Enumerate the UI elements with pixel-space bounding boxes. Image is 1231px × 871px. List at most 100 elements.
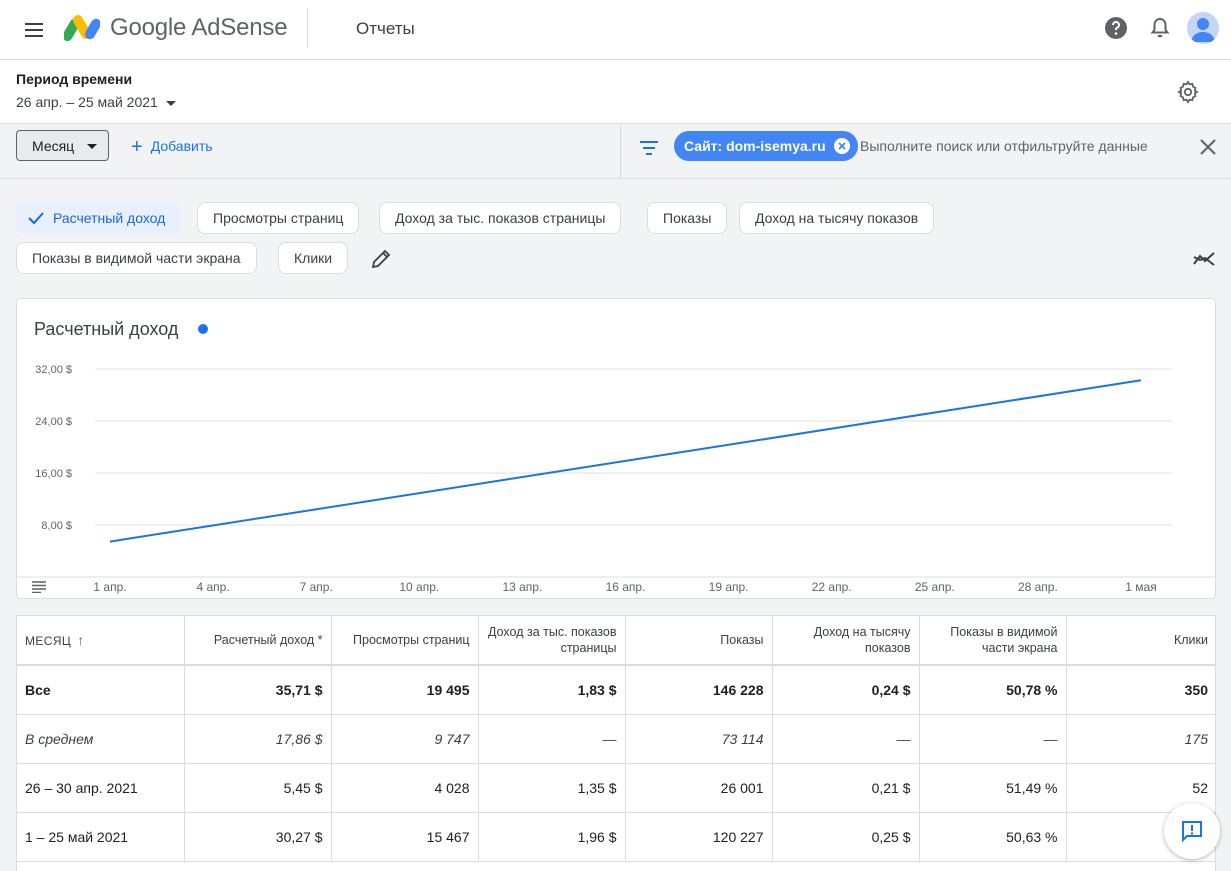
top-app-bar: Google AdSense Отчеты bbox=[0, 0, 1231, 60]
table-cell: 0,21 $ bbox=[772, 763, 920, 813]
user-silhouette-icon bbox=[1191, 18, 1215, 42]
plus-icon: + bbox=[131, 136, 143, 158]
metric-chip-viewability[interactable]: Показы в видимой части экрана bbox=[16, 242, 257, 274]
sort-arrow-up-icon[interactable]: ↑ bbox=[77, 632, 84, 648]
x-tick-label: 16 апр. bbox=[606, 580, 646, 594]
column-header-impression-rpm[interactable]: Доход на тысячу показов bbox=[772, 616, 920, 666]
table-cell: 26 – 30 апр. 2021 bbox=[17, 763, 185, 813]
report-toolbar: Месяц + Добавить Сайт: dom-isemya.ru Выпо… bbox=[0, 125, 1231, 179]
table-cell: — bbox=[772, 714, 920, 764]
report-table: МЕСЯЦ ↑ Расчетный доход * Просмотры стран… bbox=[16, 615, 1216, 871]
table-cell: 120 227 bbox=[625, 812, 773, 862]
column-header-impressions[interactable]: Показы bbox=[625, 616, 773, 666]
dimension-label: Месяц bbox=[32, 138, 75, 154]
chart-legend-icon[interactable] bbox=[32, 581, 46, 593]
table-cell: 0,25 $ bbox=[772, 812, 920, 862]
date-range-panel: Период времени 26 апр. – 25 май 2021 bbox=[0, 60, 1231, 124]
column-header-label: МЕСЯЦ bbox=[25, 633, 72, 648]
edit-pencil-icon[interactable] bbox=[370, 248, 392, 270]
page-title: Отчеты bbox=[356, 19, 415, 38]
metric-chip-label: Показы в видимой части экрана bbox=[32, 250, 241, 266]
series-line-estimated-earnings[interactable] bbox=[109, 379, 1142, 543]
table-cell: 30,27 $ bbox=[184, 812, 332, 862]
dimension-dropdown[interactable]: Месяц bbox=[16, 130, 109, 161]
metric-chip-label: Показы bbox=[663, 210, 712, 226]
y-tick-label: 32,00 $ bbox=[35, 364, 72, 376]
brand-name: Google AdSense bbox=[110, 14, 288, 41]
column-header-viewability[interactable]: Показы в видимой части экрана bbox=[919, 616, 1067, 666]
column-header-clicks[interactable]: Клики bbox=[1066, 616, 1216, 666]
y-tick-label: 8,00 $ bbox=[41, 520, 72, 532]
table-cell: 175 bbox=[1066, 714, 1216, 764]
header-divider bbox=[307, 8, 308, 48]
table-cell: 17,86 $ bbox=[184, 714, 332, 764]
remove-filter-icon[interactable] bbox=[833, 138, 850, 154]
table-cell: 0,24 $ bbox=[772, 665, 920, 715]
add-dimension-button[interactable]: + Добавить bbox=[131, 136, 213, 159]
user-avatar[interactable] bbox=[1187, 12, 1219, 44]
table-header-row: МЕСЯЦ ↑ Расчетный доход * Просмотры стран… bbox=[17, 616, 1216, 666]
table-cell: 26 001 bbox=[625, 763, 773, 813]
metric-chip-page-views[interactable]: Просмотры страниц bbox=[197, 202, 360, 234]
x-tick-label: 1 апр. bbox=[93, 580, 126, 594]
table-cell: 350 bbox=[1066, 665, 1216, 715]
x-tick-label: 1 мая bbox=[1125, 580, 1156, 594]
table-cell: 35,71 $ bbox=[184, 665, 332, 715]
table-cell: 50,63 % bbox=[919, 812, 1067, 862]
table-cell: В среднем bbox=[17, 714, 185, 764]
settings-gear-icon[interactable] bbox=[1176, 80, 1200, 104]
table-average-row: В среднем 17,86 $9 747—73 114— —175 bbox=[17, 714, 1216, 764]
column-header-page-views[interactable]: Просмотры страниц bbox=[331, 616, 479, 666]
metric-chip-label: Доход за тыс. показов страницы bbox=[395, 210, 606, 226]
table-cell: — bbox=[478, 714, 626, 764]
table-cell: 50,78 % bbox=[919, 665, 1067, 715]
feedback-button[interactable] bbox=[1164, 803, 1220, 859]
x-tick-label: 19 апр. bbox=[709, 580, 749, 594]
metric-chip-label: Просмотры страниц bbox=[213, 210, 344, 226]
compare-trend-icon[interactable] bbox=[1192, 250, 1216, 268]
y-tick-label: 24,00 $ bbox=[35, 416, 72, 428]
feedback-icon bbox=[1182, 821, 1202, 842]
search-input[interactable]: Выполните поиск или отфильтруйте данные bbox=[860, 138, 1148, 154]
check-icon bbox=[28, 212, 44, 225]
metric-chip-page-rpm[interactable]: Доход за тыс. показов страницы bbox=[379, 202, 622, 234]
x-tick-label: 10 апр. bbox=[399, 580, 439, 594]
date-range-value: 26 апр. – 25 май 2021 bbox=[16, 94, 158, 110]
metric-chip-label: Доход на тысячу показов bbox=[755, 210, 919, 226]
hamburger-menu-icon[interactable] bbox=[22, 18, 46, 42]
table-cell: 5,45 $ bbox=[184, 763, 332, 813]
close-icon[interactable] bbox=[1198, 137, 1218, 157]
column-header-month[interactable]: МЕСЯЦ ↑ bbox=[17, 616, 185, 666]
line-chart: 32,00 $ 24,00 $ 16,00 $ 8,00 $ 1 апр. 4 апр. 7… bbox=[17, 364, 1215, 594]
metric-chip-impression-rpm[interactable]: Доход на тысячу показов bbox=[739, 202, 935, 234]
table-row: 1 – 25 май 2021 30,27 $15 467 1,96 $120 22… bbox=[17, 812, 1216, 862]
chevron-down-icon bbox=[87, 144, 97, 149]
chart-card: Расчетный доход 32,00 $24,00 $16,00 $8,0… bbox=[16, 298, 1216, 599]
table-cell: 4 028 bbox=[331, 763, 479, 813]
notifications-bell-icon[interactable] bbox=[1149, 16, 1171, 40]
metric-chip-estimated-earnings[interactable]: Расчетный доход bbox=[16, 202, 182, 234]
metric-chip-clicks[interactable]: Клики bbox=[278, 242, 349, 274]
adsense-logo-icon bbox=[64, 15, 100, 42]
table-cell: 1,96 $ bbox=[478, 812, 626, 862]
filter-icon[interactable] bbox=[638, 137, 660, 159]
table-row: 26 – 30 апр. 2021 5,45 $4 028 1,35 $26 001… bbox=[17, 763, 1216, 813]
metric-chip-label: Клики bbox=[294, 250, 333, 266]
table-cell: Все bbox=[17, 665, 185, 715]
table-cell: 73 114 bbox=[625, 714, 773, 764]
site-filter-chip[interactable]: Сайт: dom-isemya.ru bbox=[674, 131, 858, 161]
table-cell: 9 747 bbox=[331, 714, 479, 764]
metric-chip-impressions[interactable]: Показы bbox=[647, 202, 728, 234]
date-range-selector[interactable]: 26 апр. – 25 май 2021 bbox=[16, 94, 176, 110]
table-cell: 1,35 $ bbox=[478, 763, 626, 813]
site-filter-label: Сайт: dom-isemya.ru bbox=[684, 138, 826, 154]
x-tick-label: 4 апр. bbox=[197, 580, 230, 594]
table-cell: 15 467 bbox=[331, 812, 479, 862]
column-header-estimated-earnings[interactable]: Расчетный доход * bbox=[184, 616, 332, 666]
table-cell: — bbox=[919, 714, 1067, 764]
table-cell: 1 – 25 май 2021 bbox=[17, 812, 185, 862]
add-dimension-label: Добавить bbox=[150, 138, 213, 154]
help-icon[interactable] bbox=[1104, 16, 1128, 40]
column-header-page-rpm[interactable]: Доход за тыс. показов страницы bbox=[478, 616, 626, 666]
date-range-label: Период времени bbox=[16, 71, 133, 87]
